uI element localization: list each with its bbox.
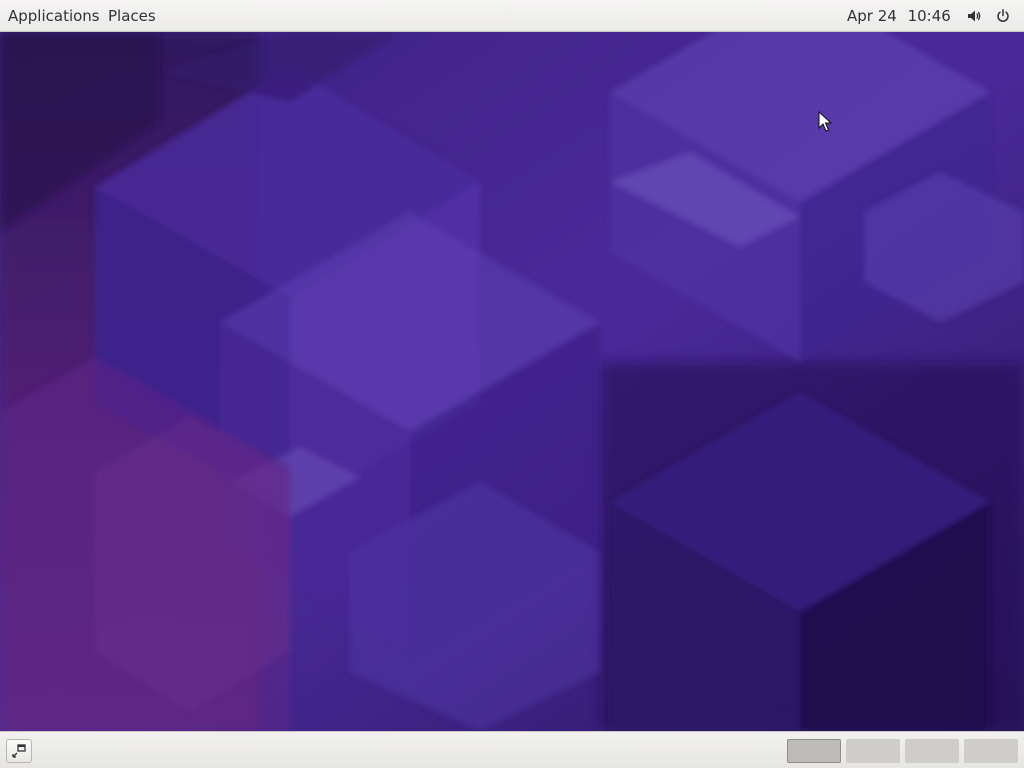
power-icon[interactable] [995,8,1011,24]
workspace-2[interactable] [846,739,900,763]
clock-time: 10:46 [907,7,951,25]
clock-date: Apr 24 [847,7,897,25]
top-panel: Applications Places Apr 24 10:46 [0,0,1024,32]
show-desktop-button[interactable] [6,739,32,763]
clock[interactable]: Apr 24 10:46 [847,0,951,32]
volume-icon[interactable] [966,8,982,24]
places-menu[interactable]: Places [108,0,156,32]
wallpaper-hexagon-pattern [0,32,1024,731]
bottom-panel [0,731,1024,768]
desktop-wallpaper[interactable] [0,32,1024,731]
mouse-cursor-icon [818,111,832,132]
show-desktop-icon [12,744,26,758]
workspace-4[interactable] [964,739,1018,763]
workspace-3[interactable] [905,739,959,763]
desktop-screen: Applications Places Apr 24 10:46 [0,0,1024,768]
applications-menu[interactable]: Applications [8,0,100,32]
workspace-1[interactable] [787,739,841,763]
